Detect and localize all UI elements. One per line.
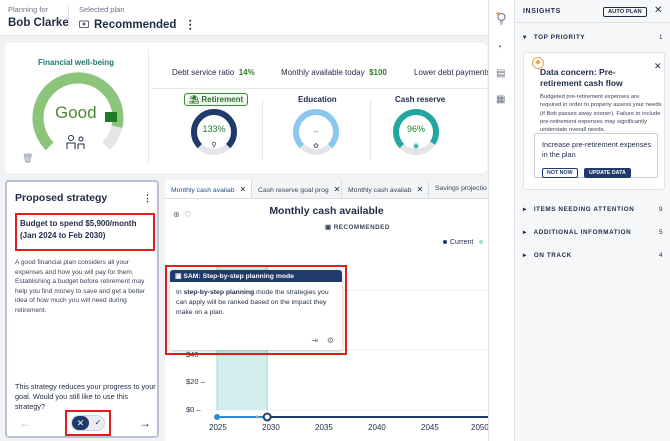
- concern-action-text: Increase pre-retirement expenses in the …: [542, 140, 652, 159]
- chevron-right-icon: ▸: [523, 206, 527, 213]
- forward-icon[interactable]: ⇥: [311, 336, 318, 345]
- gauge-divider: [370, 100, 371, 160]
- family-icon: [66, 135, 85, 149]
- section-count: 9: [659, 206, 663, 213]
- cash-reserve-gauge-value: 96%: [407, 124, 425, 134]
- concern-action-box: Increase pre-retirement expenses in the …: [534, 133, 658, 178]
- chevron-right-icon: ▸: [523, 252, 527, 259]
- section-count: 5: [659, 229, 663, 236]
- cash-reserve-gauge[interactable]: 96% ◉: [390, 106, 442, 158]
- series-point: [255, 415, 259, 419]
- insights-title: INSIGHTS: [523, 8, 561, 15]
- app-header: Planning for Bob Clarke Selected plan Re…: [0, 0, 488, 36]
- wellbeing-title: Financial well-being: [38, 58, 115, 67]
- series-point: [262, 412, 272, 422]
- beach-icon: ⛱: [189, 95, 200, 104]
- plan-icon: [79, 19, 89, 31]
- plan-menu-icon[interactable]: ⋮: [184, 17, 196, 31]
- close-icon[interactable]: ✕: [654, 61, 662, 72]
- data-concern-card: ◆ Data concern: Pre-retirement cash flow…: [523, 52, 665, 190]
- wellbeing-divider: [148, 49, 149, 164]
- plan-name[interactable]: Recommended: [94, 19, 176, 31]
- section-on-track[interactable]: ▸ ON TRACK: [523, 252, 572, 259]
- coins-icon: ◉: [413, 143, 419, 150]
- close-icon[interactable]: ✕: [654, 5, 662, 16]
- y-tick-label: $0 –: [186, 405, 201, 414]
- accept-button[interactable]: ✓: [91, 416, 105, 430]
- selected-plan-label: Selected plan: [79, 5, 125, 14]
- education-gauge[interactable]: -- ✿: [290, 106, 342, 158]
- strategy-question: This strategy reduces your progress to y…: [15, 382, 156, 411]
- concern-title: Data concern: Pre-retirement cash flow: [540, 67, 623, 88]
- y-tick-label: $20 –: [186, 377, 205, 386]
- clipboard-icon[interactable]: ▤: [496, 68, 505, 79]
- reject-button[interactable]: ✕: [72, 416, 89, 430]
- accept-reject-highlight: ✕ ✓: [65, 410, 111, 436]
- not-now-button[interactable]: NOT NOW: [542, 168, 578, 178]
- update-data-button[interactable]: UPDATE DATA: [584, 168, 631, 178]
- chevron-down-icon: ▾: [523, 34, 527, 41]
- section-items-needing-attention[interactable]: ▸ ITEMS NEEDING ATTENTION: [523, 206, 634, 213]
- gauge-icon[interactable]: ◔: [496, 42, 502, 53]
- gauge-divider: [262, 100, 263, 160]
- gauge-label-retirement[interactable]: ⛱ Retirement: [184, 93, 249, 106]
- education-gauge-value: --: [313, 127, 319, 136]
- planning-for-label: Planning for: [8, 5, 49, 14]
- strategy-title: Proposed strategy: [15, 192, 108, 204]
- sam-popup-header: ▣ SAM: Step-by-step planning mode: [170, 270, 342, 282]
- next-strategy-icon[interactable]: →: [139, 416, 151, 430]
- walker-icon: ⚲: [211, 141, 216, 149]
- section-count: 1: [659, 34, 663, 41]
- x-tick-label: 2025: [209, 423, 227, 432]
- sam-popup-highlight: ▣ SAM: Step-by-step planning mode In ste…: [165, 265, 347, 355]
- strategy-menu-icon[interactable]: ⋮: [143, 193, 152, 204]
- section-top-priority[interactable]: ▾ TOP PRIORITY: [523, 34, 585, 41]
- sam-icon: ▣: [175, 273, 182, 280]
- concern-body: Budgeted pre-retirement expenses are req…: [540, 94, 662, 134]
- wellbeing-status: Good: [55, 103, 97, 122]
- side-icon-rail: ◔ ▤ ▦: [488, 0, 516, 441]
- section-count: 4: [659, 252, 663, 259]
- notes-icon[interactable]: ▦: [496, 94, 505, 105]
- x-tick-label: 2030: [262, 423, 280, 432]
- insights-divider: [515, 22, 670, 23]
- auto-plan-button[interactable]: AUTO PLAN: [603, 7, 647, 17]
- settings-icon[interactable]: ⚙: [327, 336, 334, 345]
- wellbeing-marker: [105, 112, 117, 122]
- client-selector[interactable]: Planning for Bob Clarke: [8, 5, 69, 29]
- x-tick-label: 2040: [368, 423, 386, 432]
- sam-popup-actions: ⇥ ⚙: [311, 336, 334, 345]
- strategy-description: A good financial plan considers all your…: [15, 259, 146, 314]
- x-tick-label: 2035: [315, 423, 333, 432]
- x-tick-label: 2045: [421, 423, 439, 432]
- retirement-gauge-value: 133%: [202, 124, 225, 134]
- header-divider: [68, 6, 69, 30]
- metric-debt-service: Debt service ratio 14%: [172, 68, 255, 77]
- metrics-divider: [152, 88, 487, 89]
- previous-strategy-icon[interactable]: ←: [19, 416, 31, 430]
- chevron-right-icon: ▸: [523, 229, 527, 236]
- retirement-gauge[interactable]: 133% ⚲: [188, 106, 240, 158]
- x-tick-label: 2050: [471, 423, 489, 432]
- lightbulb-icon[interactable]: [496, 12, 507, 28]
- insights-panel: INSIGHTS AUTO PLAN ✕ ▾ TOP PRIORITY 1 ◆ …: [514, 0, 670, 441]
- proposed-strategy-panel: Proposed strategy ⋮ Budget to spend $5,9…: [5, 180, 159, 438]
- gauge-label-education[interactable]: Education: [298, 95, 337, 104]
- trash-icon[interactable]: 🗑: [22, 153, 33, 164]
- gauge-label-cash-reserve[interactable]: Cash reserve: [395, 95, 445, 104]
- section-additional-information[interactable]: ▸ ADDITIONAL INFORMATION: [523, 229, 631, 236]
- accept-reject-toggle[interactable]: ✕ ✓: [71, 415, 105, 431]
- strategy-budget: Budget to spend $5,900/month (Jan 2024 t…: [15, 213, 155, 251]
- sam-popup-text: In step-by-step planning mode the strate…: [176, 289, 329, 316]
- metric-lower-debt: Lower debt payments: [414, 68, 491, 77]
- sam-popup: ▣ SAM: Step-by-step planning mode In ste…: [170, 270, 342, 350]
- plan-selector[interactable]: Selected plan Recommended ⋮: [79, 5, 196, 31]
- graduate-icon: ✿: [313, 143, 319, 150]
- current-series-point: [214, 414, 221, 420]
- client-name[interactable]: Bob Clarke: [8, 17, 69, 29]
- metric-monthly-available: Monthly available today $100: [281, 68, 387, 77]
